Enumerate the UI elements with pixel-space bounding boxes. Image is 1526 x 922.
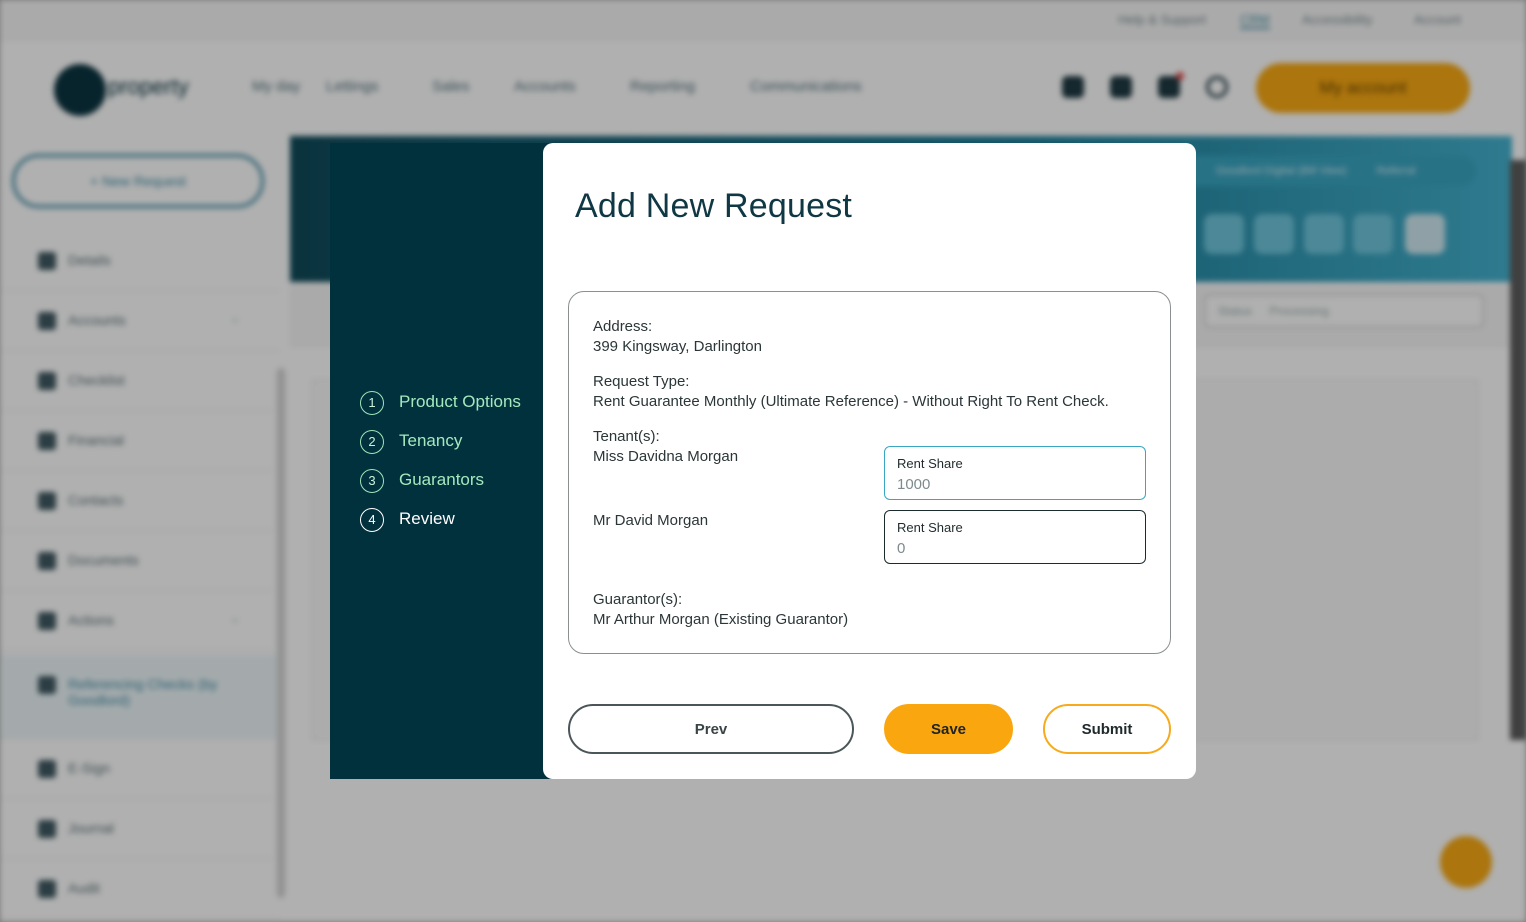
rent-share-input[interactable] xyxy=(897,537,1127,559)
wizard-steps-panel: 1 Product Options 2 Tenancy 3 Guarantors… xyxy=(330,143,558,779)
save-button[interactable]: Save xyxy=(884,704,1013,754)
address-value: 399 Kingsway, Darlington xyxy=(593,338,762,355)
address-label: Address: xyxy=(593,318,653,335)
rent-share-field[interactable]: Rent Share xyxy=(884,446,1146,500)
step-label: Tenancy xyxy=(399,431,463,450)
step-number: 2 xyxy=(360,430,384,454)
step-number: 1 xyxy=(360,391,384,415)
review-summary-box: Address: 399 Kingsway, Darlington Reques… xyxy=(568,291,1171,654)
tenant-name: Miss Davidna Morgan xyxy=(593,448,739,465)
review-panel: Add New Request Address: 399 Kingsway, D… xyxy=(543,143,1196,779)
guarantors-label: Guarantor(s): xyxy=(593,591,683,608)
step-label: Product Options xyxy=(399,392,521,411)
rent-share-label: Rent Share xyxy=(897,520,963,535)
step-number: 4 xyxy=(360,508,384,532)
step-label: Review xyxy=(399,509,455,528)
rent-share-field[interactable]: Rent Share xyxy=(884,510,1146,564)
modal-title: Add New Request xyxy=(575,187,853,225)
step-number: 3 xyxy=(360,469,384,493)
request-type-label: Request Type: xyxy=(593,373,690,390)
prev-button[interactable]: Prev xyxy=(568,704,854,754)
rent-share-label: Rent Share xyxy=(897,456,963,471)
submit-button[interactable]: Submit xyxy=(1043,704,1171,754)
request-type-value: Rent Guarantee Monthly (Ultimate Referen… xyxy=(593,393,1109,410)
guarantor-value: Mr Arthur Morgan (Existing Guarantor) xyxy=(593,611,849,628)
tenant-name: Mr David Morgan xyxy=(593,512,709,529)
add-request-modal: 1 Product Options 2 Tenancy 3 Guarantors… xyxy=(330,143,1196,779)
step-label: Guarantors xyxy=(399,470,485,489)
tenants-label: Tenant(s): xyxy=(593,428,660,445)
rent-share-input[interactable] xyxy=(897,473,1127,495)
